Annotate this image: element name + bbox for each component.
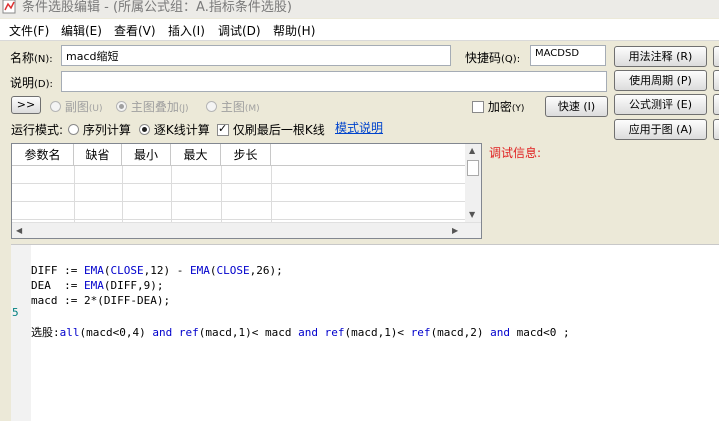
grid-divider <box>221 166 222 224</box>
option-sub-chart[interactable]: 副图(U) <box>50 98 102 115</box>
col-step[interactable]: 步长 <box>221 144 271 166</box>
option-main-chart[interactable]: 主图(M) <box>206 98 260 115</box>
table-row[interactable] <box>12 184 466 202</box>
sub-chart-hotkey: (U) <box>88 104 103 114</box>
shortcut-label-text: 快捷码 <box>465 51 502 65</box>
code-line-3[interactable]: macd := 2*(DIFF-DEA); <box>31 294 170 307</box>
usage-period-button[interactable]: 使用周期 (P) <box>614 70 707 91</box>
sequence-label: 序列计算 <box>82 123 131 137</box>
grid-divider <box>271 166 272 224</box>
param-table-header: 参数名 缺省 最小 最大 步长 <box>12 144 466 166</box>
run-mode-sequence[interactable]: 序列计算 <box>68 121 131 138</box>
grid-divider <box>122 166 123 224</box>
scroll-left-icon[interactable]: ◀ <box>16 226 22 235</box>
menu-help[interactable]: 帮助(H) <box>273 22 315 39</box>
main-overlay-hotkey: (J) <box>178 104 189 114</box>
formula-test-button[interactable]: 公式测评 (E) <box>614 94 707 115</box>
grid-divider <box>74 166 75 224</box>
main-chart-radio[interactable] <box>206 101 217 112</box>
scroll-down-icon[interactable]: ▼ <box>469 210 475 219</box>
col-min[interactable]: 最小 <box>122 144 171 166</box>
menu-bar: 文件(F) 编辑(E) 查看(V) 插入(I) 调试(D) 帮助(H) <box>0 19 719 41</box>
name-hotkey: (N): <box>34 54 53 65</box>
code-line-5[interactable]: 选股:all(macd<0,4) and ref(macd,1)< macd a… <box>31 324 570 340</box>
main-chart-label: 主图 <box>220 100 245 114</box>
usage-notes-button[interactable]: 用法注释 (R) <box>614 46 707 67</box>
apply-to-chart-button[interactable]: 应用于图 (A) <box>614 119 707 140</box>
clipped-button-4[interactable] <box>713 119 719 140</box>
encrypt-label: 加密 <box>487 100 512 114</box>
debug-info-label: 调试信息: <box>489 146 542 160</box>
per-bar-radio[interactable] <box>139 124 150 135</box>
col-param-name[interactable]: 参数名 <box>12 144 74 166</box>
vscroll-thumb[interactable] <box>467 160 479 176</box>
shortcut-field[interactable]: MACDSD <box>530 45 606 66</box>
clipped-button-1[interactable] <box>713 46 719 67</box>
run-mode-per-bar[interactable]: 逐K线计算 <box>139 121 210 138</box>
col-default[interactable]: 缺省 <box>74 144 122 166</box>
param-table-vscroll[interactable]: ▲ ▼ <box>465 144 481 223</box>
desc-hotkey: (D): <box>34 79 53 90</box>
per-bar-label: 逐K线计算 <box>153 123 210 137</box>
last-bar-option[interactable]: 仅刷最后一根K线 <box>217 121 325 138</box>
param-table: 参数名 缺省 最小 最大 步长 ▲ ▼ ◀ ▶ <box>11 143 482 239</box>
encrypt-checkbox[interactable] <box>472 101 484 113</box>
editor-gutter: 5 <box>11 245 31 421</box>
window-title: 条件选股编辑 - (所属公式组：A.指标条件选股) <box>22 0 292 15</box>
menu-view[interactable]: 查看(V) <box>114 22 156 39</box>
name-label: 名称(N): <box>10 49 53 66</box>
clipped-button-3[interactable] <box>713 94 719 115</box>
menu-insert[interactable]: 插入(I) <box>168 22 205 39</box>
shortcut-label: 快捷码(Q): <box>465 49 520 66</box>
scroll-up-icon[interactable]: ▲ <box>469 146 475 155</box>
encrypt-hotkey: (Y) <box>511 104 525 114</box>
menu-debug[interactable]: 调试(D) <box>218 22 261 39</box>
code-line-1[interactable]: DIFF := EMA(CLOSE,12) - EMA(CLOSE,26); <box>31 264 283 277</box>
expand-button[interactable]: >> <box>11 96 41 114</box>
param-table-hscroll[interactable]: ◀ ▶ <box>12 222 481 238</box>
encrypt-option[interactable]: 加密(Y) <box>472 98 524 115</box>
title-bar: 条件选股编辑 - (所属公式组：A.指标条件选股) <box>0 0 719 18</box>
main-overlay-radio[interactable] <box>116 101 127 112</box>
name-field[interactable]: macd缩短 <box>61 45 451 66</box>
code-line-2[interactable]: DEA := EMA(DIFF,9); <box>31 279 163 292</box>
name-label-text: 名称 <box>10 51 35 65</box>
line-number: 5 <box>12 306 19 319</box>
menu-file[interactable]: 文件(F) <box>9 22 49 39</box>
table-row[interactable] <box>12 202 466 220</box>
desc-field[interactable] <box>61 71 607 92</box>
desc-label-text: 说明 <box>10 76 35 90</box>
shortcut-hotkey: (Q): <box>501 54 521 65</box>
last-bar-label: 仅刷最后一根K线 <box>232 123 325 137</box>
last-bar-checkbox[interactable] <box>217 122 229 136</box>
table-row[interactable] <box>12 166 466 184</box>
main-chart-hotkey: (M) <box>244 104 260 114</box>
app-icon <box>2 0 16 14</box>
main-overlay-label: 主图叠加 <box>130 100 179 114</box>
formula-editor[interactable]: 5 DIFF := EMA(CLOSE,12) - EMA(CLOSE,26);… <box>11 244 719 421</box>
col-max[interactable]: 最大 <box>171 144 221 166</box>
grid-divider <box>171 166 172 224</box>
sequence-radio[interactable] <box>68 124 79 135</box>
menu-edit[interactable]: 编辑(E) <box>61 22 102 39</box>
run-mode-label: 运行模式: <box>11 123 64 137</box>
sub-chart-radio[interactable] <box>50 101 61 112</box>
clipped-button-2[interactable] <box>713 70 719 91</box>
mode-help-link[interactable]: 模式说明 <box>335 119 383 136</box>
scroll-right-icon[interactable]: ▶ <box>452 226 458 235</box>
sub-chart-label: 副图 <box>64 100 89 114</box>
option-main-overlay[interactable]: 主图叠加(J) <box>116 98 189 115</box>
quick-button[interactable]: 快速 (I) <box>545 96 608 117</box>
desc-label: 说明(D): <box>10 74 53 91</box>
